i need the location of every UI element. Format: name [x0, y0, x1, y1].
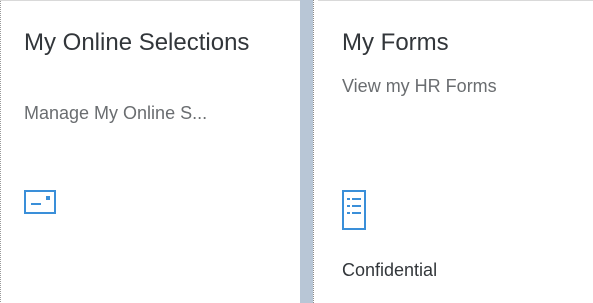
- tile-title: My Forms: [342, 29, 449, 56]
- tile-footer: Confidential: [342, 260, 438, 280]
- tile-my-forms[interactable]: My Forms View my HR Forms Confidential: [318, 0, 593, 303]
- form-list-icon: [342, 190, 366, 235]
- tile-title: My Online Selections: [24, 29, 250, 56]
- launchpad-tiles: My Online Selections Manage My Online S.…: [0, 0, 593, 303]
- card-icon: [24, 190, 56, 219]
- tile-edge: [0, 1, 2, 303]
- tile-my-online-selections[interactable]: My Online Selections Manage My Online S.…: [0, 0, 300, 303]
- tile-subtitle: View my HR Forms: [342, 76, 497, 96]
- tile-subtitle: Manage My Online S...: [24, 103, 208, 123]
- tile-divider-bar: [300, 0, 313, 303]
